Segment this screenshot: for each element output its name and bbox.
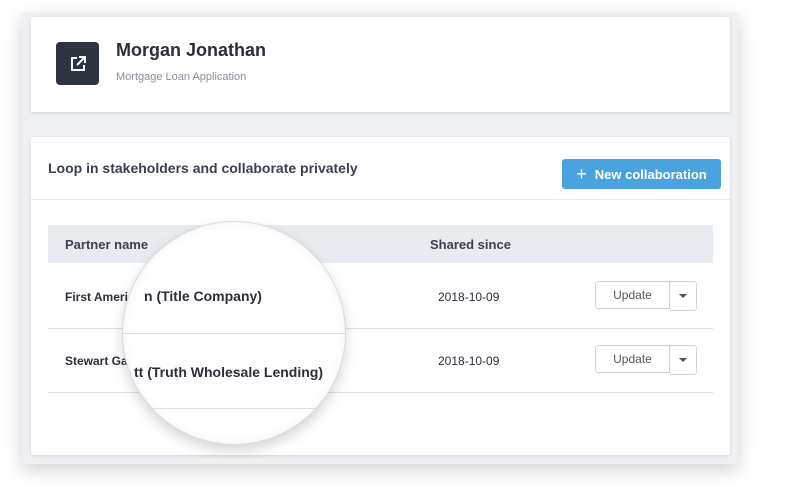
column-partner-name: Partner name	[65, 237, 149, 252]
app-icon-tile[interactable]	[56, 42, 99, 85]
plus-icon: +	[576, 164, 587, 184]
section-title: Loop in stakeholders and collaborate pri…	[48, 160, 358, 176]
partner-name: Stewart Gar	[65, 354, 133, 368]
chevron-down-icon	[679, 294, 687, 298]
magnified-row-divider	[123, 408, 345, 409]
section-divider	[31, 199, 730, 200]
new-collaboration-label: New collaboration	[594, 166, 707, 182]
table-header: Partner name Shared since	[48, 225, 713, 263]
update-split-button: Update	[595, 345, 697, 375]
shared-since-date: 2018-10-09	[438, 290, 500, 304]
magnified-row-divider	[123, 333, 345, 334]
magnified-partner-name: n (Title Company)	[144, 288, 262, 304]
page-subtitle: Mortgage Loan Application	[116, 71, 247, 83]
external-link-icon	[70, 55, 86, 71]
header-card	[31, 17, 730, 112]
update-button[interactable]: Update	[595, 281, 670, 309]
update-split-button: Update	[595, 281, 697, 311]
chevron-down-icon	[679, 358, 687, 362]
page-title: Morgan Jonathan	[116, 40, 267, 60]
update-button[interactable]: Update	[595, 345, 670, 373]
magnifier-lens: n (Title Company) tt (Truth Wholesale Le…	[123, 222, 345, 444]
new-collaboration-button[interactable]: + New collaboration	[562, 159, 721, 189]
update-dropdown-toggle[interactable]	[670, 281, 697, 311]
magnified-partner-name: tt (Truth Wholesale Lending)	[134, 364, 323, 380]
column-shared-since: Shared since	[430, 237, 511, 252]
update-dropdown-toggle[interactable]	[670, 345, 697, 375]
shared-since-date: 2018-10-09	[438, 354, 500, 368]
